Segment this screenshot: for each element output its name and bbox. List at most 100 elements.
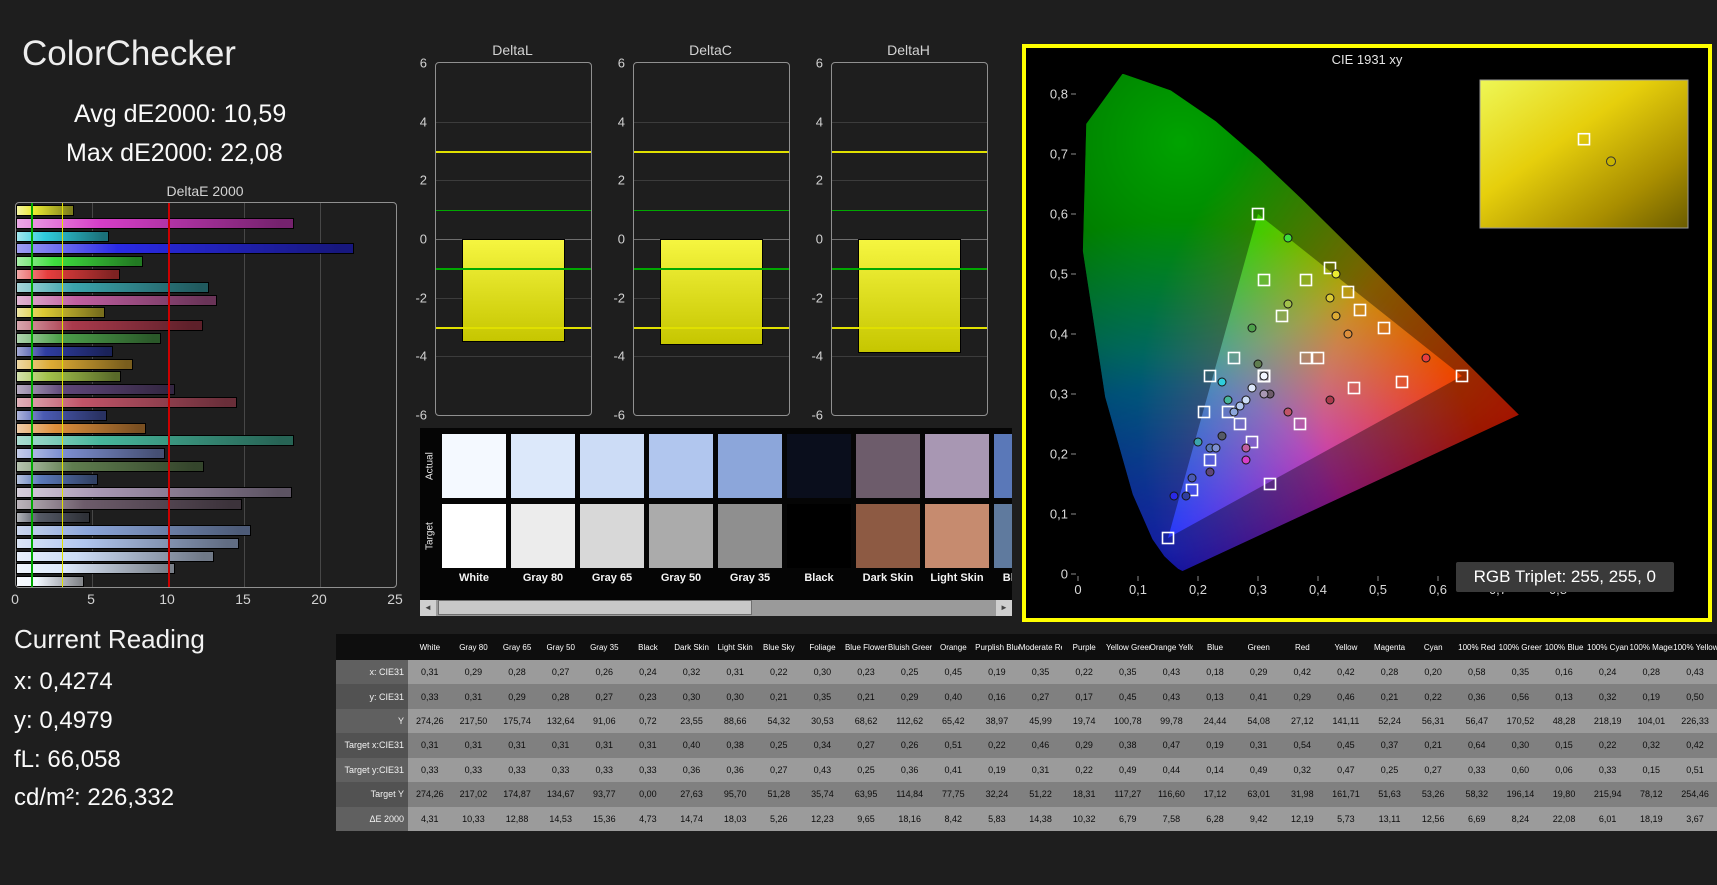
cell: 65,42 — [931, 708, 976, 734]
swatch-target-white — [442, 504, 506, 568]
cell: 0,31 — [626, 733, 670, 758]
cell: 0,21 — [1367, 684, 1412, 709]
measured-marker — [1247, 383, 1257, 393]
cell: 31,98 — [1280, 782, 1325, 807]
cell: 0,19 — [1193, 733, 1237, 758]
cell: 14,53 — [538, 806, 583, 831]
cell: 0,32 — [1585, 684, 1630, 709]
x-tick-label: 0,2 — [1189, 582, 1207, 597]
rgb-triplet-label: RGB Triplet: 255, 255, 0 — [1455, 562, 1674, 592]
y-tick-label: 6 — [617, 55, 625, 71]
deltae-bar — [16, 422, 146, 434]
cell: 99,78 — [1149, 708, 1194, 734]
cell: 0,27 — [1411, 757, 1455, 783]
cell: 0,33 — [1585, 757, 1630, 783]
swatch-actual-dark-skin — [856, 434, 920, 498]
cell: 0,35 — [1018, 660, 1063, 685]
y-tick-label: -2 — [613, 290, 625, 306]
cell: 117,27 — [1106, 782, 1150, 807]
cell: 0,14 — [1193, 757, 1237, 783]
cell: 6,79 — [1106, 806, 1150, 831]
gridline — [436, 356, 591, 358]
swatch-label: Gray 65 — [591, 572, 633, 584]
current-reading-title: Current Reading — [14, 624, 205, 654]
cell: 0,24 — [1585, 660, 1630, 685]
cell: 0,21 — [757, 684, 801, 709]
cell: 93,77 — [582, 782, 627, 807]
cell: 5,73 — [1324, 806, 1368, 831]
cell: 218,19 — [1585, 708, 1630, 734]
deltaH-chart — [831, 62, 988, 416]
scrollbar-right-arrow-icon[interactable]: ► — [996, 600, 1012, 616]
cell: 63,01 — [1236, 782, 1281, 807]
x-tick-label: 0,6 — [1429, 582, 1447, 597]
scrollbar-track[interactable] — [436, 600, 996, 616]
scrollbar-thumb[interactable] — [438, 600, 752, 615]
cell: 0,38 — [713, 733, 757, 758]
cell: 0,27 — [1018, 684, 1063, 709]
cell: 77,75 — [931, 782, 976, 807]
measured-marker — [1259, 389, 1269, 399]
swatch-grid: White Gray 80 Gray 65 Gray 50 Gray 35 Black Da… — [420, 428, 1012, 600]
cell: 0,72 — [626, 708, 670, 734]
cell: 6,01 — [1585, 806, 1630, 831]
cell: 13,11 — [1367, 806, 1412, 831]
cell: 0,37 — [1367, 733, 1412, 758]
cell: 0,34 — [800, 733, 845, 758]
deltae-bar — [16, 524, 252, 536]
measured-marker — [1187, 473, 1197, 483]
cell: 161,71 — [1324, 782, 1368, 807]
measured-marker — [1169, 491, 1179, 501]
table-corner — [336, 634, 408, 660]
cell: 19,74 — [1062, 708, 1106, 734]
cell: 0,27 — [757, 757, 801, 783]
swatch-label: Black — [804, 572, 834, 584]
cell: 88,66 — [713, 708, 757, 734]
cell: 0,19 — [975, 660, 1019, 685]
cell: 0,43 — [1149, 684, 1194, 709]
cell: 18,31 — [1062, 782, 1106, 807]
cell: 0,13 — [1542, 684, 1586, 709]
cell: 58,32 — [1455, 782, 1499, 807]
measured-marker — [1241, 455, 1251, 465]
cell: 91,06 — [582, 708, 627, 734]
cell: 32,24 — [975, 782, 1019, 807]
x-tick-label: 10 — [159, 591, 175, 607]
column-header: Red — [1280, 634, 1325, 660]
swatch-target-gray-65 — [580, 504, 644, 568]
cell: 0,29 — [495, 684, 539, 709]
cell: 0,42 — [1324, 660, 1368, 685]
column-header: Cyan — [1411, 634, 1455, 660]
table-row: y: CIE31 0,33 0,31 0,29 0,28 0,27 0,23 0,30 0,30… — [336, 684, 1717, 709]
cell: 0,49 — [1106, 757, 1150, 783]
table-row: Y 274,26 217,50 175,74 132,64 91,06 0,72 23,55 8… — [336, 708, 1717, 734]
cell: 0,32 — [1280, 757, 1325, 783]
cell: 0,21 — [1411, 733, 1455, 758]
cell: 174,87 — [495, 782, 539, 807]
cell: 0,33 — [1455, 757, 1499, 783]
measured-marker — [1193, 437, 1203, 447]
cell: 95,70 — [713, 782, 757, 807]
row-label: Target Y — [336, 782, 408, 807]
cell: 63,95 — [844, 782, 888, 807]
cell: 0,28 — [1367, 660, 1412, 685]
cell: 6,28 — [1193, 806, 1237, 831]
gridline — [634, 121, 789, 123]
y-tick-label: 4 — [815, 114, 823, 130]
reference-line — [436, 151, 591, 153]
table-row: ΔE 2000 4,31 10,33 12,88 14,53 15,36 4,73 14,74… — [336, 806, 1717, 831]
swatch-target-gray-35 — [718, 504, 782, 568]
deltae-bar — [16, 256, 144, 268]
column-header: Dark Skin — [669, 634, 714, 660]
scrollbar-left-arrow-icon[interactable]: ◄ — [420, 600, 436, 616]
cell: 56,47 — [1455, 708, 1499, 734]
horizontal-scrollbar[interactable]: ◄ ► — [420, 600, 1012, 616]
column-header: Foliage — [800, 634, 845, 660]
cell: 100,78 — [1106, 708, 1150, 734]
cell: 51,28 — [757, 782, 801, 807]
cell: 0,51 — [931, 733, 976, 758]
cell: 0,31 — [1236, 733, 1281, 758]
cell: 0,30 — [800, 660, 845, 685]
cell: 0,40 — [931, 684, 976, 709]
row-label: Target y:CIE31 — [336, 757, 408, 783]
